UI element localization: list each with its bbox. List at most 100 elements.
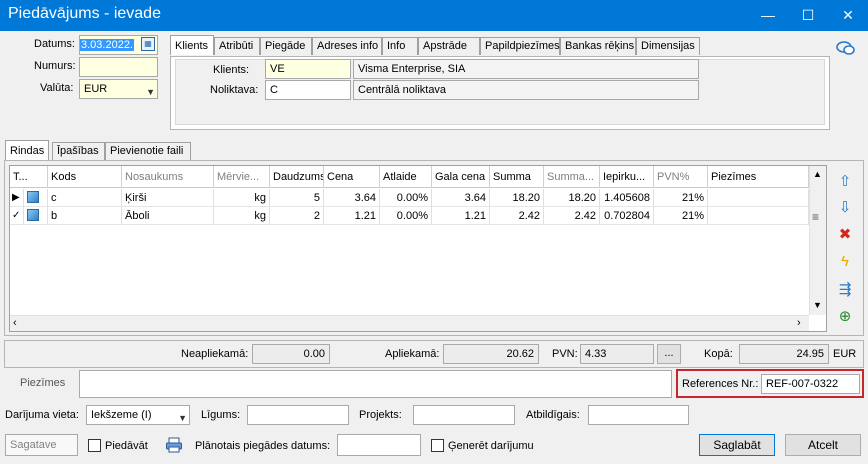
arrow-down-icon[interactable]: ⇩ bbox=[833, 196, 857, 220]
col-header-nosaukums[interactable]: Nosaukums bbox=[122, 166, 214, 188]
import-icon[interactable]: ⇶ bbox=[833, 278, 857, 302]
valuta-select[interactable]: EUR ▼ bbox=[79, 79, 158, 99]
klients-code-field[interactable]: VE bbox=[265, 59, 351, 79]
col-header-summa2[interactable]: Summa... bbox=[544, 166, 600, 188]
darijuma-vieta-select[interactable]: Iekšzeme (I) ▼ bbox=[86, 405, 190, 425]
calendar-icon[interactable]: ▦ bbox=[141, 37, 155, 51]
cell-iepirku[interactable]: 1.405608 bbox=[600, 189, 654, 207]
col-header-pvn[interactable]: PVN% bbox=[654, 166, 708, 188]
cell-kods[interactable]: c bbox=[48, 189, 122, 207]
status-field: Sagatave bbox=[5, 434, 78, 456]
printer-icon[interactable] bbox=[165, 436, 183, 454]
col-header-mervieniba[interactable]: Mērvie... bbox=[214, 166, 270, 188]
cell-summa2[interactable]: 2.42 bbox=[544, 207, 600, 225]
planotais-date-field[interactable] bbox=[337, 434, 421, 456]
cell-atlaide[interactable]: 0.00% bbox=[380, 207, 432, 225]
tab-adreses-info[interactable]: Adreses info bbox=[312, 37, 382, 55]
cell-piezimes[interactable] bbox=[708, 189, 809, 207]
piedavat-checkbox[interactable] bbox=[88, 439, 101, 452]
projekts-field[interactable] bbox=[413, 405, 515, 425]
minimize-button[interactable]: — bbox=[748, 0, 788, 31]
scroll-down-icon[interactable]: ▼ bbox=[813, 300, 822, 310]
cell-mervieniba[interactable]: kg bbox=[214, 207, 270, 225]
add-icon[interactable]: ⊕ bbox=[833, 305, 857, 329]
cell-nosaukums[interactable]: Āboli bbox=[122, 207, 214, 225]
col-header-kods[interactable]: Kods bbox=[48, 166, 122, 188]
pvn-details-button[interactable]: ... bbox=[657, 344, 681, 364]
pvn-field: 4.33 bbox=[580, 344, 654, 364]
cell-atlaide[interactable]: 0.00% bbox=[380, 189, 432, 207]
cell-summa[interactable]: 2.42 bbox=[490, 207, 544, 225]
col-header-iepirku[interactable]: Iepirku... bbox=[600, 166, 654, 188]
delete-icon[interactable]: ✖ bbox=[833, 223, 857, 247]
maximize-button[interactable]: ☐ bbox=[788, 0, 828, 31]
cell-mervieniba[interactable]: kg bbox=[214, 189, 270, 207]
chevron-down-icon: ▼ bbox=[178, 413, 187, 423]
scroll-left-icon[interactable]: ‹ bbox=[13, 317, 17, 329]
cell-summa[interactable]: 18.20 bbox=[490, 189, 544, 207]
arrow-up-icon[interactable]: ⇧ bbox=[833, 170, 857, 194]
generet-checkbox[interactable] bbox=[431, 439, 444, 452]
cell-gala-cena[interactable]: 1.21 bbox=[432, 207, 490, 225]
currency-label: EUR bbox=[833, 348, 857, 360]
col-header-cena[interactable]: Cena bbox=[324, 166, 380, 188]
ligums-field[interactable] bbox=[247, 405, 349, 425]
tab-apstrade[interactable]: Apstrāde bbox=[418, 37, 480, 55]
cell-kods[interactable]: b bbox=[48, 207, 122, 225]
col-header-atlaide[interactable]: Atlaide bbox=[380, 166, 432, 188]
tab-bankas-rekins[interactable]: Bankas rēķins bbox=[560, 37, 636, 55]
scroll-thumb-grip-icon[interactable]: ≡ bbox=[812, 210, 819, 224]
table-row[interactable]: ▶ c Ķirši kg 5 3.64 0.00% 3.64 18.20 18.… bbox=[10, 189, 809, 207]
tab-ipasibas[interactable]: Īpašības bbox=[52, 142, 105, 160]
cell-nosaukums[interactable]: Ķirši bbox=[122, 189, 214, 207]
tab-dimensijas[interactable]: Dimensijas bbox=[636, 37, 700, 55]
scroll-up-icon[interactable]: ▲ bbox=[813, 169, 822, 179]
datums-value: 3.03.2022. bbox=[80, 39, 134, 51]
atbildigais-label: Atbildīgais: bbox=[526, 409, 580, 421]
cell-pvn[interactable]: 21% bbox=[654, 207, 708, 225]
references-field[interactable]: REF-007-0322 bbox=[761, 374, 860, 394]
row-indicator: ▶ bbox=[10, 189, 24, 207]
noliktava-code-field[interactable]: C bbox=[265, 80, 351, 100]
lines-grid[interactable]: T... Kods Nosaukums Mērvie... Daudzums C… bbox=[9, 165, 827, 332]
tab-info[interactable]: Info bbox=[382, 37, 418, 55]
tab-rindas[interactable]: Rindas bbox=[5, 140, 49, 160]
col-header-type[interactable]: T... bbox=[10, 166, 48, 188]
save-button[interactable]: Saglabāt bbox=[699, 434, 775, 456]
col-header-piezimes[interactable]: Piezīmes bbox=[708, 166, 809, 188]
cell-gala-cena[interactable]: 3.64 bbox=[432, 189, 490, 207]
cell-cena[interactable]: 3.64 bbox=[324, 189, 380, 207]
tab-piegade[interactable]: Piegāde bbox=[260, 37, 312, 55]
tab-pievienotie-faili[interactable]: Pievienotie faili bbox=[105, 142, 191, 160]
lightning-icon[interactable]: ϟ bbox=[833, 250, 857, 274]
cell-cena[interactable]: 1.21 bbox=[324, 207, 380, 225]
apliekama-field: 20.62 bbox=[443, 344, 539, 364]
table-row[interactable]: ✓ b Āboli kg 2 1.21 0.00% 1.21 2.42 2.42… bbox=[10, 207, 809, 225]
product-cube-icon bbox=[27, 209, 39, 222]
atbildigais-field[interactable] bbox=[588, 405, 689, 425]
cancel-button[interactable]: Atcelt bbox=[785, 434, 861, 456]
cell-pvn[interactable]: 21% bbox=[654, 189, 708, 207]
cell-daudzums[interactable]: 5 bbox=[270, 189, 324, 207]
cell-piezimes[interactable] bbox=[708, 207, 809, 225]
datums-field[interactable]: 3.03.2022. ▦ bbox=[79, 35, 158, 55]
tab-atributi[interactable]: Atribūti bbox=[214, 37, 260, 55]
numurs-field[interactable] bbox=[79, 57, 158, 77]
close-button[interactable]: ✕ bbox=[828, 0, 868, 31]
col-header-gala-cena[interactable]: Gala cena bbox=[432, 166, 490, 188]
vertical-scrollbar[interactable]: ▲ ≡ ▼ bbox=[809, 166, 826, 315]
col-header-daudzums[interactable]: Daudzums bbox=[270, 166, 324, 188]
darijuma-vieta-label: Darījuma vieta: bbox=[5, 409, 79, 421]
cell-daudzums[interactable]: 2 bbox=[270, 207, 324, 225]
col-header-summa[interactable]: Summa bbox=[490, 166, 544, 188]
window-title: Piedāvājums - ievade bbox=[8, 5, 161, 22]
horizontal-scrollbar[interactable]: ‹ › bbox=[10, 315, 809, 331]
darijuma-vieta-value: Iekšzeme (I) bbox=[91, 409, 152, 421]
cell-summa2[interactable]: 18.20 bbox=[544, 189, 600, 207]
tab-klients[interactable]: Klients bbox=[170, 35, 214, 55]
tab-papildpiezimes[interactable]: Papildpiezīmes bbox=[480, 37, 560, 55]
scroll-right-icon[interactable]: › bbox=[797, 317, 801, 329]
chat-icon[interactable] bbox=[836, 40, 856, 56]
cell-iepirku[interactable]: 0.702804 bbox=[600, 207, 654, 225]
piezimes-field[interactable] bbox=[79, 370, 672, 398]
